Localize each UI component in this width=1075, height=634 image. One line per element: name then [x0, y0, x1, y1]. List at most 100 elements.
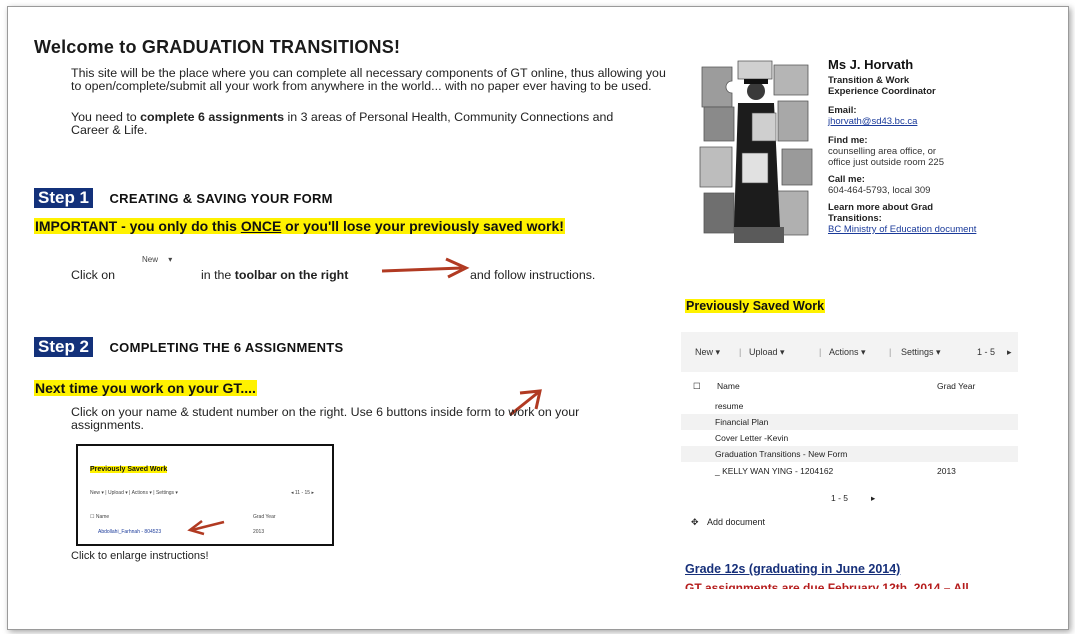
add-document-label: Add document: [707, 517, 766, 527]
name-column-header[interactable]: Name: [717, 381, 740, 391]
in-the-label: in the: [201, 268, 235, 282]
next-time-text: Next time you work on your GT....: [34, 380, 257, 396]
upload-menu-label: Upload: [749, 347, 778, 357]
step1-header: Step 1 CREATING & SAVING YOUR FORM: [34, 188, 333, 208]
new-menu-label: New: [695, 347, 714, 357]
saved-work-panel: New ▾ | Upload ▾ | Actions ▾ | Settings …: [681, 332, 1018, 537]
item-name[interactable]: Financial Plan: [715, 417, 768, 427]
graduate-puzzle-image: [694, 57, 821, 247]
settings-caret-icon: ▾: [936, 347, 941, 357]
find-me-line2: office just outside room 225: [828, 157, 945, 168]
enlarge-caption: Click to enlarge instructions!: [71, 550, 209, 562]
toolbar-divider: |: [889, 347, 892, 357]
thumb-col-name-label: Name: [95, 514, 110, 520]
select-all-checkbox[interactable]: ☐: [693, 381, 701, 392]
step1-badge: Step 1: [34, 188, 94, 208]
thumb-title: Previously Saved Work: [90, 466, 168, 473]
step2-header: Step 2 COMPLETING THE 6 ASSIGNMENTS: [34, 337, 343, 357]
find-me-line1: counselling area office, or: [828, 146, 937, 157]
grad-year-column-header[interactable]: Grad Year: [937, 381, 975, 391]
new-menu[interactable]: New ▾: [695, 347, 720, 358]
email-label: Email:: [828, 105, 857, 116]
follow-instructions: and follow instructions.: [470, 268, 596, 282]
next-time-note: Next time you work on your GT....: [34, 380, 257, 398]
item-name[interactable]: _ KELLY WAN YING - 1204162: [715, 466, 833, 476]
page-frame: Welcome to GRADUATION TRANSITIONS! This …: [7, 6, 1069, 630]
next-page-icon[interactable]: ▸: [1007, 347, 1012, 358]
requirements-prefix: You need to: [71, 110, 141, 124]
item-name[interactable]: Cover Letter -Kevin: [715, 433, 788, 443]
thumb-actions: Actions: [131, 490, 148, 496]
actions-caret-icon: ▾: [861, 347, 866, 357]
item-year: 2013: [937, 466, 956, 476]
call-me-label: Call me:: [828, 174, 865, 185]
toolbar-instruction: in the toolbar on the right: [201, 269, 348, 282]
list-item[interactable]: _ KELLY WAN YING - 1204162 2013: [681, 463, 1018, 479]
saved-work-heading-text: Previously Saved Work: [685, 299, 826, 313]
list-item[interactable]: resume: [681, 398, 1018, 414]
grade12-heading[interactable]: Grade 12s (graduating in June 2014): [685, 562, 900, 576]
thumb-new: New: [90, 490, 101, 496]
due-date-text: GT assignments are due February 12th, 20…: [685, 581, 969, 589]
contact-role-line1: Transition & Work: [828, 75, 910, 86]
paging-label: 1 - 5: [977, 347, 996, 357]
toolbar-right-label: toolbar on the right: [234, 268, 349, 282]
new-button-image: New ▾: [142, 255, 172, 264]
thumb-row-year: 2013: [253, 529, 265, 535]
email-link[interactable]: jhorvath@sd43.bc.ca: [828, 116, 1058, 127]
thumb-upload: Upload: [108, 490, 124, 496]
thumb-row-name: Abdollahi_Farhnah - 804523: [98, 529, 162, 535]
thumb-col-name: ☐ Name: [90, 514, 110, 520]
contact-name: Ms J. Horvath: [828, 57, 914, 72]
dropdown-caret-icon: ▾: [168, 255, 173, 264]
requirements-text: You need to complete 6 assignments in 3 …: [71, 111, 631, 137]
step2-badge: Step 2: [34, 337, 94, 357]
step2-instructions: Click on your name & student number on t…: [71, 405, 580, 432]
step1-title: CREATING & SAVING YOUR FORM: [109, 191, 333, 206]
add-document-icon: ✥: [691, 517, 699, 527]
new-button-label: New: [142, 255, 159, 264]
intro-text: This site will be the place where you ca…: [71, 66, 666, 93]
thumb-settings: Settings: [155, 490, 175, 496]
step2-title: COMPLETING THE 6 ASSIGNMENTS: [109, 340, 344, 355]
toolbar-divider: |: [739, 347, 742, 357]
item-name[interactable]: Graduation Transitions - New Form: [715, 449, 847, 459]
pager-label: 1 - 5: [831, 493, 849, 503]
find-me-label: Find me:: [828, 135, 868, 146]
upload-menu[interactable]: Upload ▾: [749, 347, 785, 358]
list-item[interactable]: Cover Letter -Kevin: [681, 430, 1018, 446]
ministry-document-link[interactable]: BC Ministry of Education document: [828, 224, 1058, 235]
list-item[interactable]: Graduation Transitions - New Form: [681, 446, 1018, 462]
thumb-paging: 11 - 15: [294, 490, 311, 496]
add-document-link[interactable]: ✥ Add document: [681, 514, 1018, 530]
pager: 1 - 5 ▸: [681, 490, 1018, 506]
item-name[interactable]: resume: [715, 401, 743, 411]
right-arrow-icon: [381, 257, 470, 279]
contact-role-line2: Experience Coordinator: [828, 86, 936, 97]
click-on-label: Click on: [71, 268, 116, 282]
phone-number: 604-464-5793, local 309: [828, 185, 931, 196]
important-note: IMPORTANT - you only do this ONCE or you…: [34, 218, 565, 236]
pager-next-icon[interactable]: ▸: [871, 493, 875, 504]
learn-more-label: Learn more about Grad Transitions:: [828, 202, 934, 224]
requirements-bold: complete 6 assignments: [140, 110, 285, 124]
saved-work-toolbar: New ▾ | Upload ▾ | Actions ▾ | Settings …: [681, 332, 1018, 372]
new-caret-icon: ▾: [715, 347, 721, 357]
list-item[interactable]: Financial Plan: [681, 414, 1018, 430]
actions-menu[interactable]: Actions ▾: [829, 347, 866, 358]
column-header-row: ☐ Name Grad Year: [681, 378, 1018, 394]
thumb-col-year: Grad Year: [253, 514, 276, 520]
thumb-toolbar: New ▾ | Upload ▾ | Actions ▾ | Settings …: [90, 490, 314, 496]
settings-menu-label: Settings: [901, 347, 934, 357]
page-title: Welcome to GRADUATION TRANSITIONS!: [34, 37, 401, 57]
actions-menu-label: Actions: [829, 347, 859, 357]
instructions-thumbnail[interactable]: Previously Saved Work New ▾ | Upload ▾ |…: [76, 444, 334, 546]
contact-card: Ms J. Horvath Transition & Work Experien…: [828, 57, 1058, 235]
saved-work-heading: Previously Saved Work: [685, 297, 826, 315]
thumb-next-icon: ▸: [311, 490, 314, 496]
thumb-arrow-icon: [187, 520, 225, 536]
thumb-prev-icon: ◂: [290, 490, 294, 496]
upload-caret-icon: ▾: [780, 347, 785, 357]
important-once: ONCE: [240, 218, 282, 234]
settings-menu[interactable]: Settings ▾: [901, 347, 941, 358]
